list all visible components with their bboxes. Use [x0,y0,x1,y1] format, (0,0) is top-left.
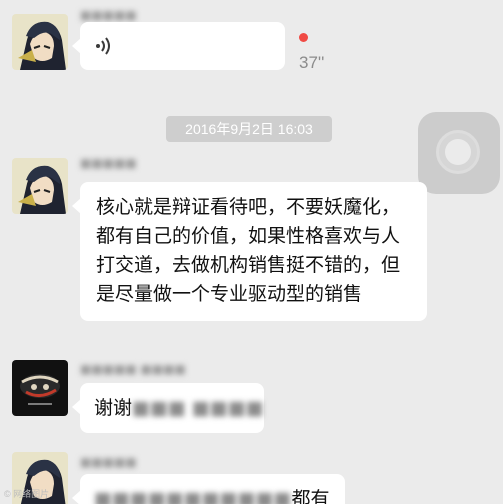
sender-name: ■■■■■ [80,156,137,170]
text-message-bubble[interactable]: ■■■■■■■■■■■都有 [72,474,345,504]
sender-name: ■■■■■ [80,455,137,469]
text-message-bubble[interactable]: 谢谢■■■ ■■■■ [72,383,264,433]
message-text: 都有 [291,488,330,504]
avatar-anime-icon [12,158,68,214]
watermark: © 网络图片 [4,489,50,499]
sender-name: ■■■■■ ■■■■ [80,362,186,376]
text-message-bubble[interactable]: 核心就是辩证看待吧，不要妖魔化，都有自己的价值，如果性格喜欢与人打交道，去做机构… [72,182,427,321]
chat-timestamp: 2016年9月2日 16:03 [166,116,332,142]
voice-duration: 37'' [299,53,325,72]
avatar-anime-character[interactable] [12,158,68,214]
redacted-text: ■■■■■■■■■■■ [94,488,292,504]
avatar-logo-icon [12,360,68,416]
redacted-text: ■■■ ■■■■ [132,397,264,419]
avatar-anime-icon [12,14,68,70]
sender-name: ■■■■■ [80,8,137,22]
message-text: 谢谢 [94,397,133,419]
assistive-touch-core [445,139,471,165]
unread-dot [299,33,308,42]
sound-wave-icon [96,37,110,55]
avatar-anime-character[interactable] [12,14,68,70]
avatar-dreamer-logo[interactable] [12,360,68,416]
message-text: 核心就是辩证看待吧，不要妖魔化，都有自己的价值，如果性格喜欢与人打交道，去做机构… [96,196,401,305]
chat-screen: ■■■■■ 37'' 2016年9月2日 16:03 ■■■■■ 核心就是辩证看… [0,0,503,504]
voice-message-bubble[interactable] [72,22,285,70]
assistive-touch-icon[interactable] [418,112,500,194]
